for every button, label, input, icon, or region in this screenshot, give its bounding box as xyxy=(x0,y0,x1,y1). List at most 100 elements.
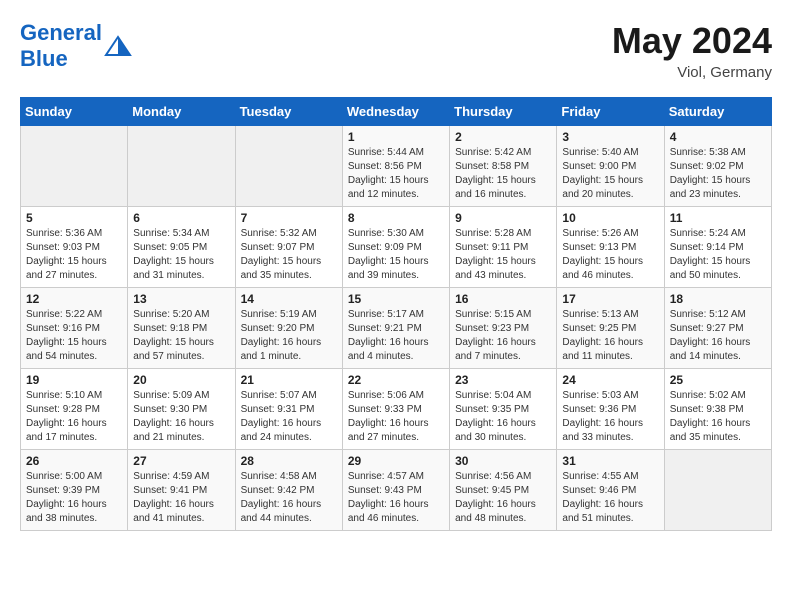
calendar-cell: 28 Sunrise: 4:58 AMSunset: 9:42 PMDayligh… xyxy=(235,450,342,531)
day-info: Sunrise: 5:06 AMSunset: 9:33 PMDaylight:… xyxy=(348,389,444,445)
calendar-week-4: 19 Sunrise: 5:10 AMSunset: 9:28 PMDayligh… xyxy=(21,369,772,450)
day-info: Sunrise: 4:59 AMSunset: 9:41 PMDaylight:… xyxy=(133,470,229,526)
calendar-cell: 13 Sunrise: 5:20 AMSunset: 9:18 PMDayligh… xyxy=(128,288,235,369)
logo-icon xyxy=(104,35,132,57)
calendar-cell: 5 Sunrise: 5:36 AMSunset: 9:03 PMDaylight… xyxy=(21,207,128,288)
calendar-cell: 24 Sunrise: 5:03 AMSunset: 9:36 PMDayligh… xyxy=(557,369,664,450)
logo-text: General Blue xyxy=(20,20,102,72)
day-info: Sunrise: 4:56 AMSunset: 9:45 PMDaylight:… xyxy=(455,470,551,526)
day-number: 8 xyxy=(348,211,444,225)
day-number: 28 xyxy=(241,454,337,468)
col-saturday: Saturday xyxy=(664,98,771,126)
calendar-cell: 2 Sunrise: 5:42 AMSunset: 8:58 PMDaylight… xyxy=(450,126,557,207)
day-number: 18 xyxy=(670,292,766,306)
day-info: Sunrise: 5:36 AMSunset: 9:03 PMDaylight:… xyxy=(26,227,122,283)
day-info: Sunrise: 5:15 AMSunset: 9:23 PMDaylight:… xyxy=(455,308,551,364)
day-info: Sunrise: 5:26 AMSunset: 9:13 PMDaylight:… xyxy=(562,227,658,283)
day-number: 13 xyxy=(133,292,229,306)
calendar-cell: 29 Sunrise: 4:57 AMSunset: 9:43 PMDayligh… xyxy=(342,450,449,531)
calendar-cell: 10 Sunrise: 5:26 AMSunset: 9:13 PMDayligh… xyxy=(557,207,664,288)
calendar-week-3: 12Sunrise: 5:22 AMSunset: 9:16 PMDayligh… xyxy=(21,288,772,369)
calendar-week-2: 5 Sunrise: 5:36 AMSunset: 9:03 PMDaylight… xyxy=(21,207,772,288)
day-number: 24 xyxy=(562,373,658,387)
calendar-cell: 18Sunrise: 5:12 AMSunset: 9:27 PMDayligh… xyxy=(664,288,771,369)
logo-general: General xyxy=(20,20,102,45)
day-info: Sunrise: 5:28 AMSunset: 9:11 PMDaylight:… xyxy=(455,227,551,283)
day-number: 3 xyxy=(562,130,658,144)
logo: General Blue xyxy=(20,20,132,72)
day-number: 25 xyxy=(670,373,766,387)
calendar-cell: 9 Sunrise: 5:28 AMSunset: 9:11 PMDaylight… xyxy=(450,207,557,288)
calendar-cell: 19 Sunrise: 5:10 AMSunset: 9:28 PMDayligh… xyxy=(21,369,128,450)
calendar-week-1: 1Sunrise: 5:44 AMSunset: 8:56 PMDaylight… xyxy=(21,126,772,207)
day-info: Sunrise: 5:20 AMSunset: 9:18 PMDaylight:… xyxy=(133,308,229,364)
day-info: Sunrise: 5:07 AMSunset: 9:31 PMDaylight:… xyxy=(241,389,337,445)
title-block: May 2024 Viol, Germany xyxy=(612,20,772,81)
day-info: Sunrise: 5:24 AMSunset: 9:14 PMDaylight:… xyxy=(670,227,766,283)
day-number: 20 xyxy=(133,373,229,387)
day-number: 17 xyxy=(562,292,658,306)
day-info: Sunrise: 5:38 AMSunset: 9:02 PMDaylight:… xyxy=(670,146,766,202)
day-number: 16 xyxy=(455,292,551,306)
calendar-cell xyxy=(235,126,342,207)
day-number: 1 xyxy=(348,130,444,144)
day-number: 15 xyxy=(348,292,444,306)
day-number: 27 xyxy=(133,454,229,468)
day-number: 7 xyxy=(241,211,337,225)
day-number: 26 xyxy=(26,454,122,468)
col-tuesday: Tuesday xyxy=(235,98,342,126)
day-number: 22 xyxy=(348,373,444,387)
calendar-cell: 22 Sunrise: 5:06 AMSunset: 9:33 PMDayligh… xyxy=(342,369,449,450)
col-thursday: Thursday xyxy=(450,98,557,126)
day-number: 31 xyxy=(562,454,658,468)
day-info: Sunrise: 5:04 AMSunset: 9:35 PMDaylight:… xyxy=(455,389,551,445)
day-info: Sunrise: 5:42 AMSunset: 8:58 PMDaylight:… xyxy=(455,146,551,202)
calendar-cell xyxy=(128,126,235,207)
calendar-cell: 3 Sunrise: 5:40 AMSunset: 9:00 PMDaylight… xyxy=(557,126,664,207)
calendar-cell: 6Sunrise: 5:34 AMSunset: 9:05 PMDaylight… xyxy=(128,207,235,288)
col-monday: Monday xyxy=(128,98,235,126)
day-number: 11 xyxy=(670,211,766,225)
day-number: 29 xyxy=(348,454,444,468)
calendar-cell: 25 Sunrise: 5:02 AMSunset: 9:38 PMDayligh… xyxy=(664,369,771,450)
calendar-cell: 20 Sunrise: 5:09 AMSunset: 9:30 PMDayligh… xyxy=(128,369,235,450)
day-info: Sunrise: 5:13 AMSunset: 9:25 PMDaylight:… xyxy=(562,308,658,364)
day-info: Sunrise: 5:02 AMSunset: 9:38 PMDaylight:… xyxy=(670,389,766,445)
day-info: Sunrise: 5:10 AMSunset: 9:28 PMDaylight:… xyxy=(26,389,122,445)
day-number: 19 xyxy=(26,373,122,387)
logo-blue: Blue xyxy=(20,46,68,71)
calendar-cell: 23 Sunrise: 5:04 AMSunset: 9:35 PMDayligh… xyxy=(450,369,557,450)
day-info: Sunrise: 5:03 AMSunset: 9:36 PMDaylight:… xyxy=(562,389,658,445)
day-number: 12 xyxy=(26,292,122,306)
day-info: Sunrise: 5:32 AMSunset: 9:07 PMDaylight:… xyxy=(241,227,337,283)
day-number: 5 xyxy=(26,211,122,225)
location: Viol, Germany xyxy=(612,64,772,81)
month-year: May 2024 xyxy=(612,20,772,62)
day-info: Sunrise: 5:30 AMSunset: 9:09 PMDaylight:… xyxy=(348,227,444,283)
day-info: Sunrise: 5:09 AMSunset: 9:30 PMDaylight:… xyxy=(133,389,229,445)
day-info: Sunrise: 5:40 AMSunset: 9:00 PMDaylight:… xyxy=(562,146,658,202)
calendar-cell xyxy=(21,126,128,207)
day-info: Sunrise: 4:55 AMSunset: 9:46 PMDaylight:… xyxy=(562,470,658,526)
day-number: 10 xyxy=(562,211,658,225)
page-header: General Blue May 2024 Viol, Germany xyxy=(20,20,772,81)
calendar-cell: 4Sunrise: 5:38 AMSunset: 9:02 PMDaylight… xyxy=(664,126,771,207)
day-number: 9 xyxy=(455,211,551,225)
col-friday: Friday xyxy=(557,98,664,126)
calendar-cell: 16 Sunrise: 5:15 AMSunset: 9:23 PMDayligh… xyxy=(450,288,557,369)
day-number: 30 xyxy=(455,454,551,468)
calendar-cell: 17 Sunrise: 5:13 AMSunset: 9:25 PMDayligh… xyxy=(557,288,664,369)
day-info: Sunrise: 4:58 AMSunset: 9:42 PMDaylight:… xyxy=(241,470,337,526)
calendar-cell: 15Sunrise: 5:17 AMSunset: 9:21 PMDayligh… xyxy=(342,288,449,369)
calendar-cell: 8 Sunrise: 5:30 AMSunset: 9:09 PMDaylight… xyxy=(342,207,449,288)
day-number: 2 xyxy=(455,130,551,144)
calendar-cell: 7 Sunrise: 5:32 AMSunset: 9:07 PMDaylight… xyxy=(235,207,342,288)
calendar-cell: 30 Sunrise: 4:56 AMSunset: 9:45 PMDayligh… xyxy=(450,450,557,531)
col-wednesday: Wednesday xyxy=(342,98,449,126)
calendar-table: Sunday Monday Tuesday Wednesday Thursday… xyxy=(20,97,772,531)
day-info: Sunrise: 4:57 AMSunset: 9:43 PMDaylight:… xyxy=(348,470,444,526)
calendar-header-row: Sunday Monday Tuesday Wednesday Thursday… xyxy=(21,98,772,126)
day-number: 6 xyxy=(133,211,229,225)
calendar-cell xyxy=(664,450,771,531)
day-number: 23 xyxy=(455,373,551,387)
